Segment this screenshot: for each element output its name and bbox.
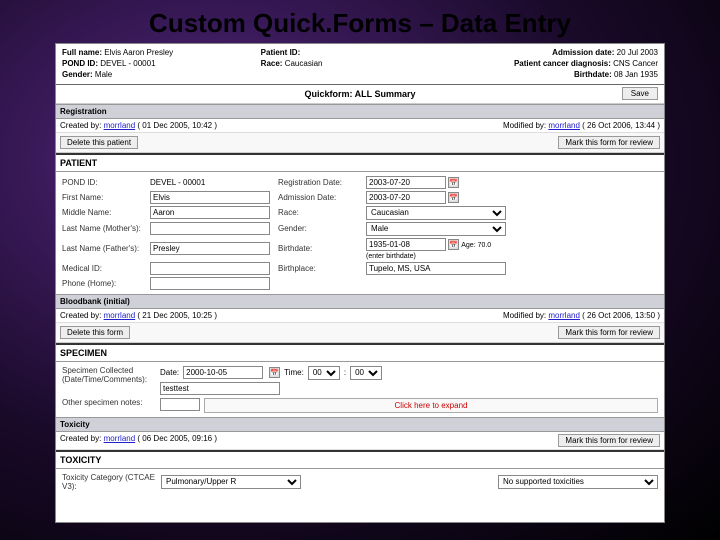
specimen-other-input[interactable] bbox=[160, 398, 200, 411]
created-by-user-link[interactable]: morrland bbox=[104, 434, 136, 443]
admission-date-value: 20 Jul 2003 bbox=[617, 48, 658, 57]
modified-by-user-link[interactable]: morrland bbox=[548, 311, 580, 320]
patient-id-label: Patient ID: bbox=[261, 48, 301, 57]
modified-at: ( 26 Oct 2006, 13:50 ) bbox=[582, 311, 660, 320]
field-pond-id-label: POND ID: bbox=[62, 178, 142, 187]
full-name-label: Full name: bbox=[62, 48, 102, 57]
toxicity-category-label: Toxicity Category (CTCAE V3): bbox=[62, 473, 157, 491]
registration-actions: Delete this patient Mark this form for r… bbox=[56, 133, 664, 153]
modified-by-user-link[interactable]: morrland bbox=[548, 121, 580, 130]
full-name-value: Elvis Aaron Presley bbox=[104, 48, 173, 57]
field-first-name-label: First Name: bbox=[62, 193, 142, 202]
registration-meta: Created by: morrland ( 01 Dec 2005, 10:4… bbox=[56, 119, 664, 133]
specimen-hour-select[interactable]: 00 bbox=[308, 366, 340, 380]
section-registration: Registration bbox=[56, 104, 664, 119]
toxicity-supported-select[interactable]: No supported toxicities bbox=[498, 475, 658, 489]
gender-value: Male bbox=[95, 70, 112, 79]
delete-patient-button[interactable]: Delete this patient bbox=[60, 136, 138, 149]
patient-form: POND ID: DEVEL - 00001 Registration Date… bbox=[56, 172, 664, 294]
toxicity-form: Toxicity Category (CTCAE V3): Pulmonary/… bbox=[56, 469, 664, 495]
slide-title: Custom Quick.Forms – Data Entry bbox=[0, 0, 720, 43]
modified-at: ( 26 Oct 2006, 13:44 ) bbox=[582, 121, 660, 130]
medical-id-input[interactable] bbox=[150, 262, 270, 275]
specimen-other-label: Other specimen notes: bbox=[62, 398, 152, 407]
first-name-input[interactable] bbox=[150, 191, 270, 204]
field-race-label: Race: bbox=[278, 208, 358, 217]
created-by-label: Created by: bbox=[60, 311, 101, 320]
mark-review-button[interactable]: Mark this form for review bbox=[558, 136, 660, 149]
admission-date-label: Admission date: bbox=[552, 48, 614, 57]
race-value: Caucasian bbox=[285, 59, 323, 68]
quickform-title: Quickform: ALL Summary bbox=[304, 89, 415, 99]
specimen-time-label: Time: bbox=[284, 368, 304, 377]
field-gender-label: Gender: bbox=[278, 224, 358, 233]
patient-header: Full name: Elvis Aaron Presley POND ID: … bbox=[56, 44, 664, 85]
section-toxicity: Toxicity bbox=[56, 417, 664, 432]
field-pond-id-value: DEVEL - 00001 bbox=[150, 178, 270, 187]
calendar-icon[interactable]: 📅 bbox=[448, 192, 459, 203]
last-name-f-input[interactable] bbox=[150, 242, 270, 255]
specimen-form: Specimen Collected (Date/Time/Comments):… bbox=[56, 362, 664, 417]
created-by-user-link[interactable]: morrland bbox=[104, 121, 136, 130]
diagnosis-value: CNS Cancer bbox=[613, 59, 658, 68]
gender-select[interactable]: Male bbox=[366, 222, 506, 236]
birthdate-value: 08 Jan 1935 bbox=[614, 70, 658, 79]
admission-date-input[interactable] bbox=[366, 191, 446, 204]
field-reg-date-label: Registration Date: bbox=[278, 178, 358, 187]
field-birthdate-label: Birthdate: bbox=[278, 244, 358, 253]
created-by-label: Created by: bbox=[60, 121, 101, 130]
middle-name-input[interactable] bbox=[150, 206, 270, 219]
phone-input[interactable] bbox=[150, 277, 270, 290]
modified-by-label: Modified by: bbox=[503, 311, 546, 320]
field-phone-label: Phone (Home): bbox=[62, 279, 142, 288]
race-select[interactable]: Caucasian bbox=[366, 206, 506, 220]
bloodbank-meta: Created by: morrland ( 21 Dec 2005, 10:2… bbox=[56, 309, 664, 323]
expand-link[interactable]: Click here to expand bbox=[204, 398, 658, 413]
race-label: Race: bbox=[261, 59, 283, 68]
calendar-icon[interactable]: 📅 bbox=[269, 367, 280, 378]
field-medical-id-label: Medical ID: bbox=[62, 264, 142, 273]
created-by-user-link[interactable]: morrland bbox=[104, 311, 136, 320]
birthplace-input[interactable] bbox=[366, 262, 506, 275]
pond-id-value: DEVEL - 00001 bbox=[100, 59, 155, 68]
created-at: ( 21 Dec 2005, 10:25 ) bbox=[137, 311, 217, 320]
delete-form-button[interactable]: Delete this form bbox=[60, 326, 130, 339]
block-toxicity: TOXICITY bbox=[56, 450, 664, 469]
field-middle-name-label: Middle Name: bbox=[62, 208, 142, 217]
birthdate-label: Birthdate: bbox=[574, 70, 612, 79]
specimen-collected-label: Specimen Collected (Date/Time/Comments): bbox=[62, 366, 152, 384]
calendar-icon[interactable]: 📅 bbox=[448, 177, 459, 188]
field-last-name-m-label: Last Name (Mother's): bbox=[62, 224, 142, 233]
app-window: Full name: Elvis Aaron Presley POND ID: … bbox=[55, 43, 665, 523]
block-specimen: SPECIMEN bbox=[56, 343, 664, 362]
section-bloodbank: Bloodbank (initial) bbox=[56, 294, 664, 309]
pond-id-label: POND ID: bbox=[62, 59, 98, 68]
specimen-comment-input[interactable] bbox=[160, 382, 280, 395]
last-name-m-input[interactable] bbox=[150, 222, 270, 235]
created-by-label: Created by: bbox=[60, 434, 101, 443]
specimen-date-label: Date: bbox=[160, 368, 179, 377]
block-patient: PATIENT bbox=[56, 153, 664, 172]
toxicity-meta: Created by: morrland ( 06 Dec 2005, 09:1… bbox=[56, 432, 664, 450]
gender-label: Gender: bbox=[62, 70, 93, 79]
toxicity-category-select[interactable]: Pulmonary/Upper R bbox=[161, 475, 301, 489]
specimen-date-input[interactable] bbox=[183, 366, 263, 379]
save-button[interactable]: Save bbox=[622, 87, 658, 100]
diagnosis-label: Patient cancer diagnosis: bbox=[514, 59, 611, 68]
field-last-name-f-label: Last Name (Father's): bbox=[62, 244, 142, 253]
bloodbank-actions: Delete this form Mark this form for revi… bbox=[56, 323, 664, 343]
calendar-icon[interactable]: 📅 bbox=[448, 239, 459, 250]
reg-date-input[interactable] bbox=[366, 176, 446, 189]
specimen-minute-select[interactable]: 00 bbox=[350, 366, 382, 380]
field-birthplace-label: Birthplace: bbox=[278, 264, 358, 273]
field-admission-date-label: Admission Date: bbox=[278, 193, 358, 202]
mark-review-button[interactable]: Mark this form for review bbox=[558, 326, 660, 339]
created-at: ( 01 Dec 2005, 10:42 ) bbox=[137, 121, 217, 130]
modified-by-label: Modified by: bbox=[503, 121, 546, 130]
created-at: ( 06 Dec 2005, 09:16 ) bbox=[137, 434, 217, 443]
mark-review-button[interactable]: Mark this form for review bbox=[558, 434, 660, 447]
quickform-title-row: Quickform: ALL Summary Save bbox=[56, 85, 664, 104]
birthdate-input[interactable] bbox=[366, 238, 446, 251]
